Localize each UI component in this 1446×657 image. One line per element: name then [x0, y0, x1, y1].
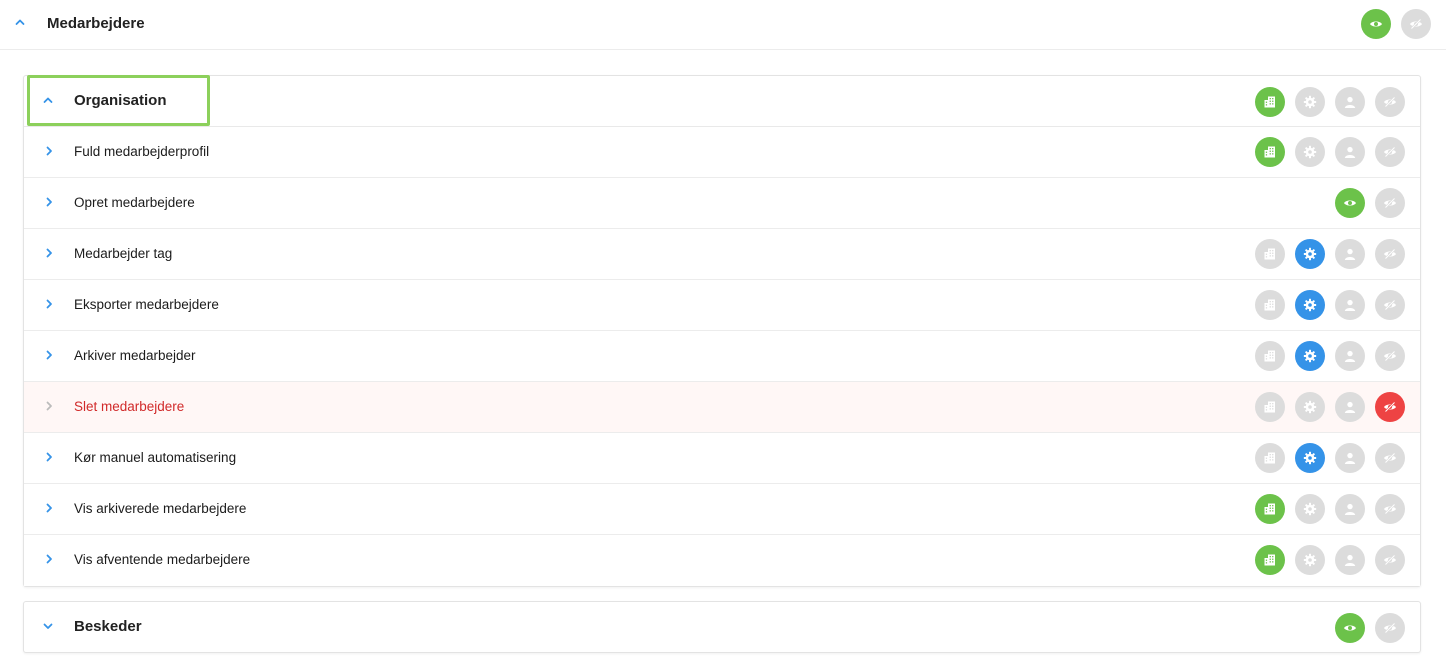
chevron-right-icon[interactable] [43, 298, 55, 310]
chevron-up-icon[interactable] [42, 94, 54, 106]
building-icon[interactable] [1255, 87, 1285, 117]
user-icon[interactable] [1335, 341, 1365, 371]
permission-row-icons [1255, 443, 1405, 473]
chevron-right-icon[interactable] [43, 196, 55, 208]
eye-icon[interactable] [1361, 9, 1391, 39]
user-icon[interactable] [1335, 392, 1365, 422]
permission-row-icons [1255, 545, 1405, 575]
organisation-card: Organisation Fuld medarbejderprofil Opret… [23, 75, 1421, 587]
user-icon[interactable] [1335, 87, 1365, 117]
section-title: Medarbejdere [47, 15, 145, 32]
eye-off-icon[interactable] [1375, 392, 1405, 422]
permission-row[interactable]: Eksporter medarbejdere [24, 280, 1420, 331]
gear-icon[interactable] [1295, 239, 1325, 269]
user-icon[interactable] [1335, 443, 1365, 473]
gear-icon[interactable] [1295, 494, 1325, 524]
organisation-title: Organisation [74, 92, 167, 109]
building-icon[interactable] [1255, 137, 1285, 167]
permission-row[interactable]: Opret medarbejdere [24, 178, 1420, 229]
eye-off-icon[interactable] [1375, 137, 1405, 167]
chevron-right-icon[interactable] [43, 145, 55, 157]
permission-row-label: Medarbejder tag [74, 246, 173, 261]
user-icon[interactable] [1335, 137, 1365, 167]
permission-row-icons [1255, 137, 1405, 167]
organisation-permission-icons [1255, 87, 1405, 117]
building-icon[interactable] [1255, 290, 1285, 320]
building-icon[interactable] [1255, 443, 1285, 473]
permission-row[interactable]: Vis afventende medarbejdere [24, 535, 1420, 586]
user-icon[interactable] [1335, 545, 1365, 575]
gear-icon[interactable] [1295, 443, 1325, 473]
eye-off-icon[interactable] [1375, 443, 1405, 473]
permission-row-icons [1255, 494, 1405, 524]
permission-row-icons [1255, 239, 1405, 269]
beskeder-permission-icons [1335, 613, 1405, 643]
eye-icon[interactable] [1335, 188, 1365, 218]
permission-row[interactable]: Medarbejder tag [24, 229, 1420, 280]
eye-off-icon[interactable] [1375, 290, 1405, 320]
chevron-right-icon[interactable] [43, 247, 55, 259]
beskeder-card-header[interactable]: Beskeder [24, 602, 1420, 652]
building-icon[interactable] [1255, 545, 1285, 575]
user-icon[interactable] [1335, 290, 1365, 320]
chevron-right-icon[interactable] [43, 553, 55, 565]
permission-row-label: Vis arkiverede medarbejdere [74, 501, 247, 516]
gear-icon[interactable] [1295, 545, 1325, 575]
chevron-down-icon[interactable] [42, 620, 54, 632]
user-icon[interactable] [1335, 239, 1365, 269]
building-icon[interactable] [1255, 392, 1285, 422]
permission-row-label: Vis afventende medarbejdere [74, 552, 251, 567]
organisation-card-header[interactable]: Organisation [24, 75, 1420, 127]
user-icon[interactable] [1335, 494, 1365, 524]
section-header-medarbejdere: Medarbejdere [0, 0, 1446, 50]
eye-off-icon[interactable] [1401, 9, 1431, 39]
eye-off-icon[interactable] [1375, 494, 1405, 524]
building-icon[interactable] [1255, 494, 1285, 524]
permission-row-label: Kør manuel automatisering [74, 450, 237, 465]
chevron-right-icon[interactable] [43, 451, 55, 463]
eye-off-icon[interactable] [1375, 545, 1405, 575]
header-permission-icons [1361, 9, 1431, 39]
permission-row-label: Fuld medarbejderprofil [74, 144, 210, 159]
permission-row-label: Eksporter medarbejdere [74, 297, 219, 312]
permission-row-label: Arkiver medarbejder [74, 348, 196, 363]
chevron-right-icon[interactable] [43, 502, 55, 514]
chevron-right-icon[interactable] [43, 349, 55, 361]
gear-icon[interactable] [1295, 341, 1325, 371]
eye-off-icon[interactable] [1375, 613, 1405, 643]
permission-row[interactable]: Arkiver medarbejder [24, 331, 1420, 382]
permission-row[interactable]: Vis arkiverede medarbejdere [24, 484, 1420, 535]
permission-row-label: Opret medarbejdere [74, 195, 195, 210]
gear-icon[interactable] [1295, 392, 1325, 422]
beskeder-title: Beskeder [74, 618, 142, 635]
gear-icon[interactable] [1295, 87, 1325, 117]
permission-row[interactable]: Kør manuel automatisering [24, 433, 1420, 484]
permission-list: Fuld medarbejderprofil Opret medarbejdere… [24, 127, 1420, 586]
permission-row[interactable]: Slet medarbejdere [24, 382, 1420, 433]
permission-row-label: Slet medarbejdere [74, 399, 185, 414]
chevron-right-icon[interactable] [43, 400, 55, 412]
beskeder-card: Beskeder [23, 601, 1421, 653]
permission-row-icons [1335, 188, 1405, 218]
building-icon[interactable] [1255, 341, 1285, 371]
permission-row-icons [1255, 341, 1405, 371]
chevron-up-icon[interactable] [14, 16, 26, 28]
eye-off-icon[interactable] [1375, 341, 1405, 371]
permission-row-icons [1255, 392, 1405, 422]
eye-off-icon[interactable] [1375, 188, 1405, 218]
building-icon[interactable] [1255, 239, 1285, 269]
permission-row-icons [1255, 290, 1405, 320]
eye-icon[interactable] [1335, 613, 1365, 643]
eye-off-icon[interactable] [1375, 87, 1405, 117]
gear-icon[interactable] [1295, 290, 1325, 320]
gear-icon[interactable] [1295, 137, 1325, 167]
eye-off-icon[interactable] [1375, 239, 1405, 269]
permission-row[interactable]: Fuld medarbejderprofil [24, 127, 1420, 178]
